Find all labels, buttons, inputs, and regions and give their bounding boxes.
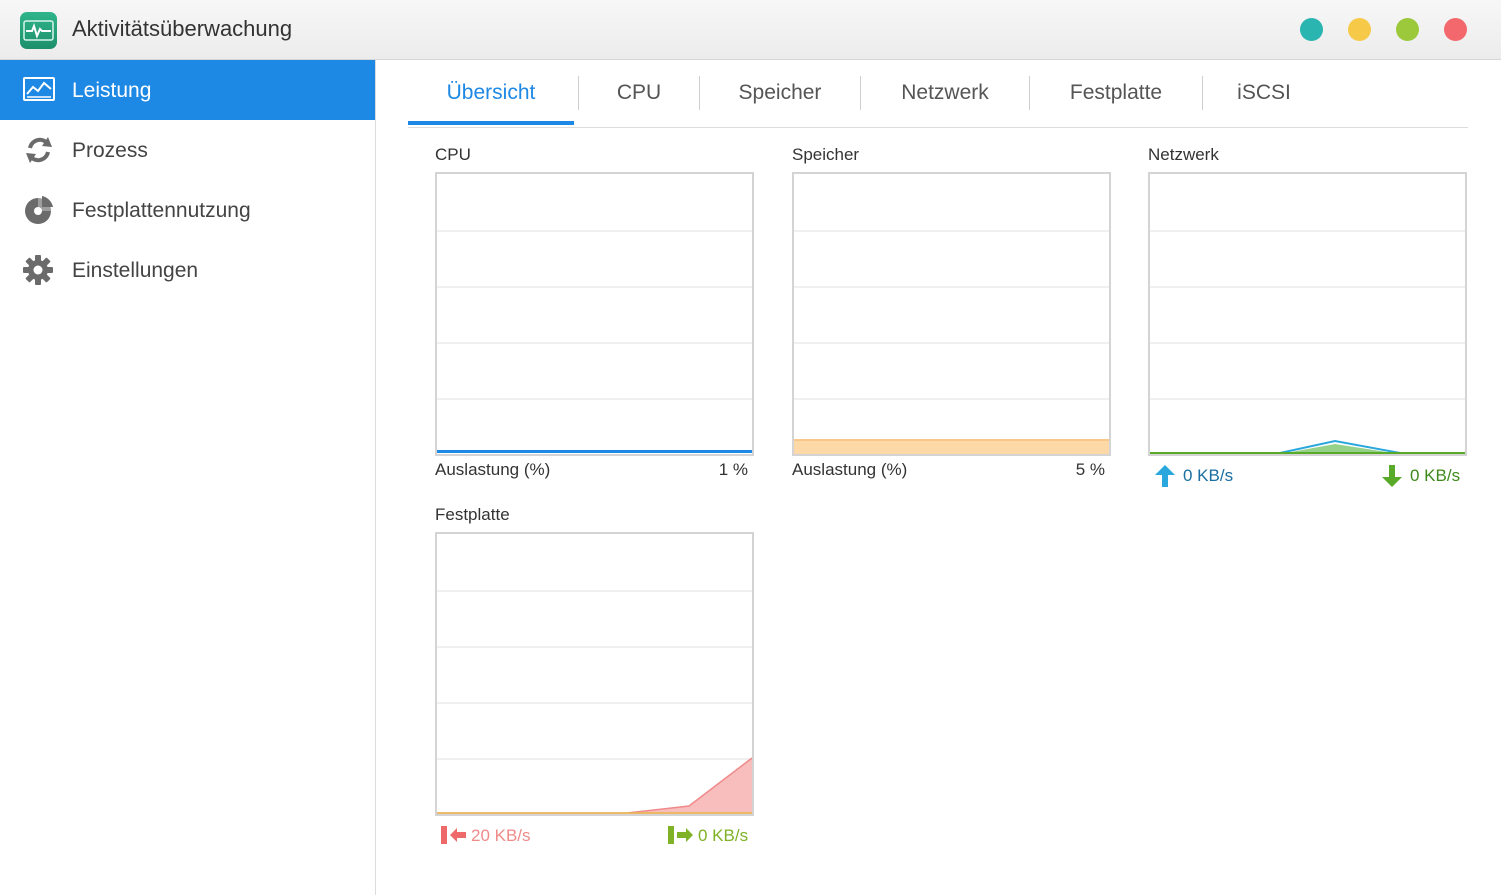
active-tab-indicator bbox=[408, 121, 574, 125]
memory-chart bbox=[792, 172, 1111, 456]
tab-uebersicht[interactable]: Übersicht bbox=[408, 60, 574, 126]
disk-read-area bbox=[437, 758, 752, 814]
teal-button[interactable] bbox=[1300, 18, 1323, 41]
memory-usage-area bbox=[794, 440, 1109, 454]
cpu-chart-svg bbox=[437, 230, 752, 453]
sidebar-item-leistung[interactable]: Leistung bbox=[0, 60, 375, 120]
sidebar-item-festplattennutzung[interactable]: Festplattennutzung bbox=[0, 180, 375, 240]
sidebar: Leistung Prozess Festplattennutzung Eins… bbox=[0, 60, 376, 895]
cpu-usage-label: Auslastung (%) bbox=[435, 460, 551, 479]
memory-usage-label: Auslastung (%) bbox=[792, 460, 908, 479]
app-title: Aktivitätsüberwachung bbox=[72, 16, 293, 41]
disk-write-value: 0 KB/s bbox=[698, 826, 749, 845]
gear-icon bbox=[22, 254, 56, 286]
app-window: Aktivitätsüberwachung Leistung Prozess F… bbox=[0, 0, 1501, 895]
disk-usage-icon bbox=[22, 194, 56, 226]
cpu-usage-value: 1 % bbox=[718, 460, 748, 479]
network-chart bbox=[1148, 172, 1467, 456]
tab-netzwerk[interactable]: Netzwerk bbox=[861, 60, 1029, 126]
network-chart-svg bbox=[1150, 230, 1465, 454]
arrow-up-icon bbox=[1155, 465, 1175, 492]
tab-festplatte[interactable]: Festplatte bbox=[1030, 60, 1202, 126]
network-upload-value: 0 KB/s bbox=[1183, 466, 1234, 485]
process-refresh-icon bbox=[22, 134, 56, 166]
disk-read-icon bbox=[440, 825, 468, 850]
tab-speicher[interactable]: Speicher bbox=[700, 60, 860, 126]
disk-chart bbox=[435, 532, 754, 816]
sidebar-item-prozess[interactable]: Prozess bbox=[0, 120, 375, 180]
disk-chart-svg bbox=[437, 590, 752, 814]
disk-panel-title: Festplatte bbox=[435, 505, 510, 524]
cpu-panel-title: CPU bbox=[435, 145, 471, 164]
sidebar-item-label: Prozess bbox=[72, 139, 148, 162]
disk-read-value: 20 KB/s bbox=[471, 826, 531, 845]
disk-write-icon bbox=[667, 825, 695, 850]
sidebar-item-einstellungen[interactable]: Einstellungen bbox=[0, 240, 375, 300]
tab-bar: Übersicht CPU Speicher Netzwerk Festplat… bbox=[408, 60, 1468, 128]
memory-usage-value: 5 % bbox=[1075, 460, 1105, 479]
title-bar: Aktivitätsüberwachung bbox=[0, 0, 1501, 60]
tab-iscsi[interactable]: iSCSI bbox=[1203, 60, 1325, 126]
minimize-button[interactable] bbox=[1348, 18, 1371, 41]
cpu-usage-line bbox=[437, 450, 752, 453]
cpu-chart bbox=[435, 172, 754, 456]
close-button[interactable] bbox=[1444, 18, 1467, 41]
activity-monitor-icon bbox=[20, 12, 57, 49]
arrow-down-icon bbox=[1382, 465, 1402, 492]
network-panel-title: Netzwerk bbox=[1148, 145, 1219, 164]
performance-chart-icon bbox=[22, 74, 56, 106]
network-download-value: 0 KB/s bbox=[1410, 466, 1461, 485]
memory-panel-title: Speicher bbox=[792, 145, 860, 164]
sidebar-item-label: Festplattennutzung bbox=[72, 199, 251, 222]
sidebar-item-label: Einstellungen bbox=[72, 259, 199, 282]
memory-chart-svg bbox=[794, 230, 1109, 454]
tab-cpu[interactable]: CPU bbox=[579, 60, 699, 126]
maximize-button[interactable] bbox=[1396, 18, 1419, 41]
sidebar-item-label: Leistung bbox=[72, 79, 152, 102]
